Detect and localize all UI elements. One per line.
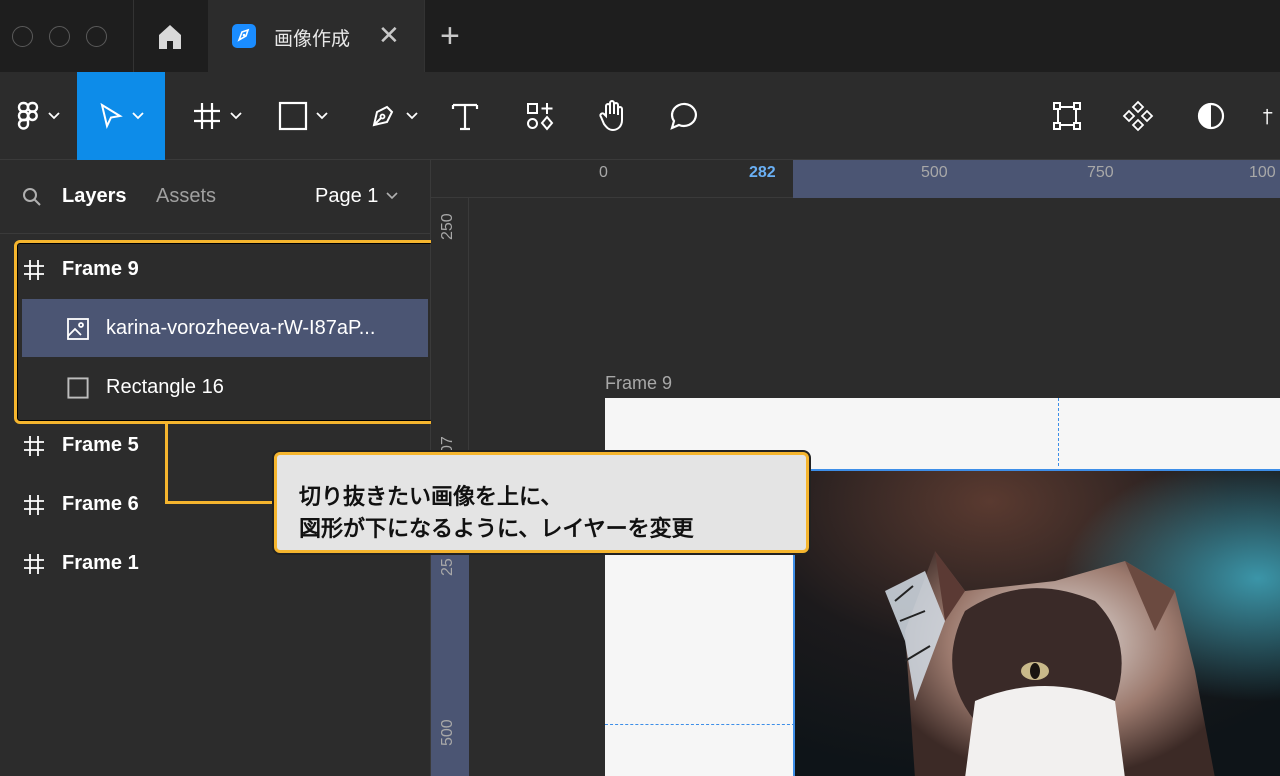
comment-bubble-icon — [670, 102, 697, 130]
frame-grid-icon — [24, 436, 44, 456]
home-icon[interactable] — [155, 22, 185, 52]
frame-tool-button[interactable] — [182, 72, 252, 160]
layer-label: Frame 5 — [62, 434, 139, 456]
tab-assets[interactable]: Assets — [156, 185, 216, 208]
text-tool-button[interactable] — [440, 72, 490, 160]
ruler-tick-label: 25 — [439, 558, 456, 576]
frame-grid-icon — [194, 103, 220, 129]
pen-nib-icon — [372, 105, 394, 127]
titlebar-divider — [424, 0, 425, 72]
figma-file-icon — [232, 24, 256, 48]
title-bar: 画像作成 ✕ + — [0, 0, 1280, 72]
file-tab[interactable]: 画像作成 ✕ — [208, 0, 424, 72]
callout-connector — [165, 424, 168, 504]
window-zoom-dot[interactable] — [86, 26, 107, 47]
search-icon[interactable] — [22, 187, 42, 207]
measure-guide-horizontal — [605, 724, 795, 725]
layer-label: Frame 1 — [62, 552, 139, 574]
shape-tool-button[interactable] — [268, 72, 338, 160]
hand-icon — [599, 100, 623, 132]
overflow-tool-button[interactable] — [1262, 72, 1280, 160]
titlebar-divider — [133, 0, 134, 72]
cat-photo-illustration — [795, 471, 1280, 776]
measure-guide-vertical — [1058, 398, 1059, 466]
callout-line-1: 切り抜きたい画像を上に、 — [299, 484, 563, 509]
tab-layers[interactable]: Layers — [62, 185, 127, 208]
figma-logo-icon — [17, 101, 39, 130]
resources-tool-button[interactable] — [515, 72, 565, 160]
chevron-down-icon — [230, 112, 242, 120]
component-diamonds-icon — [1122, 100, 1154, 132]
chevron-down-icon — [406, 112, 418, 120]
ruler-tick-label: 500 — [439, 719, 456, 746]
new-tab-button[interactable]: + — [440, 18, 460, 54]
frame-name-label[interactable]: Frame 9 — [605, 373, 672, 394]
comment-tool-button[interactable] — [660, 72, 710, 160]
chevron-down-icon — [48, 112, 60, 120]
callout-line-2: 図形が下になるように、レイヤーを変更 — [299, 516, 694, 541]
component-button[interactable] — [1042, 72, 1092, 160]
close-tab-icon[interactable]: ✕ — [378, 20, 400, 50]
text-t-icon — [451, 103, 479, 131]
layer-highlight-annotation — [14, 240, 436, 424]
cat-photo-image[interactable] — [793, 469, 1280, 776]
file-tab-title: 画像作成 — [274, 29, 351, 50]
instruction-callout: 切り抜きたい画像を上に、 図形が下になるように、レイヤーを変更 — [274, 452, 809, 553]
chevron-down-icon — [132, 112, 144, 120]
rectangle-icon — [278, 101, 308, 131]
toolbar — [0, 72, 1280, 160]
main-menu-button[interactable] — [8, 72, 68, 160]
cursor-arrow-icon — [100, 102, 123, 130]
ruler-tick-label: 250 — [439, 213, 456, 240]
text-t-icon — [1263, 108, 1273, 125]
window-close-dot[interactable] — [12, 26, 33, 47]
ruler-tick-label: 282 — [749, 164, 776, 181]
component-frame-icon — [1053, 102, 1081, 130]
window-minimize-dot[interactable] — [49, 26, 70, 47]
page-select[interactable]: Page 1 — [315, 185, 378, 208]
ruler-tick-label: 750 — [1087, 164, 1114, 181]
panel-header: Layers Assets Page 1 — [0, 160, 430, 234]
chevron-down-icon — [316, 112, 328, 120]
contrast-icon — [1197, 102, 1225, 130]
frame-grid-icon — [24, 495, 44, 515]
contrast-button[interactable] — [1186, 72, 1236, 160]
chevron-down-icon[interactable] — [386, 192, 398, 200]
move-tool-button[interactable] — [77, 72, 165, 160]
ruler-tick-label: 500 — [921, 164, 948, 181]
assets-grid-button[interactable] — [1113, 72, 1163, 160]
layer-label: Frame 6 — [62, 493, 139, 515]
ruler-tick-label: 0 — [599, 164, 608, 181]
callout-connector — [165, 501, 277, 504]
ruler-selection-range — [793, 160, 1280, 198]
pen-tool-button[interactable] — [358, 72, 428, 160]
ruler-horizontal: 0 282 500 750 100 — [431, 160, 1280, 198]
ruler-tick-label: 100 — [1249, 164, 1276, 181]
frame-grid-icon — [24, 554, 44, 574]
resources-icon — [527, 103, 554, 131]
hand-tool-button[interactable] — [588, 72, 638, 160]
